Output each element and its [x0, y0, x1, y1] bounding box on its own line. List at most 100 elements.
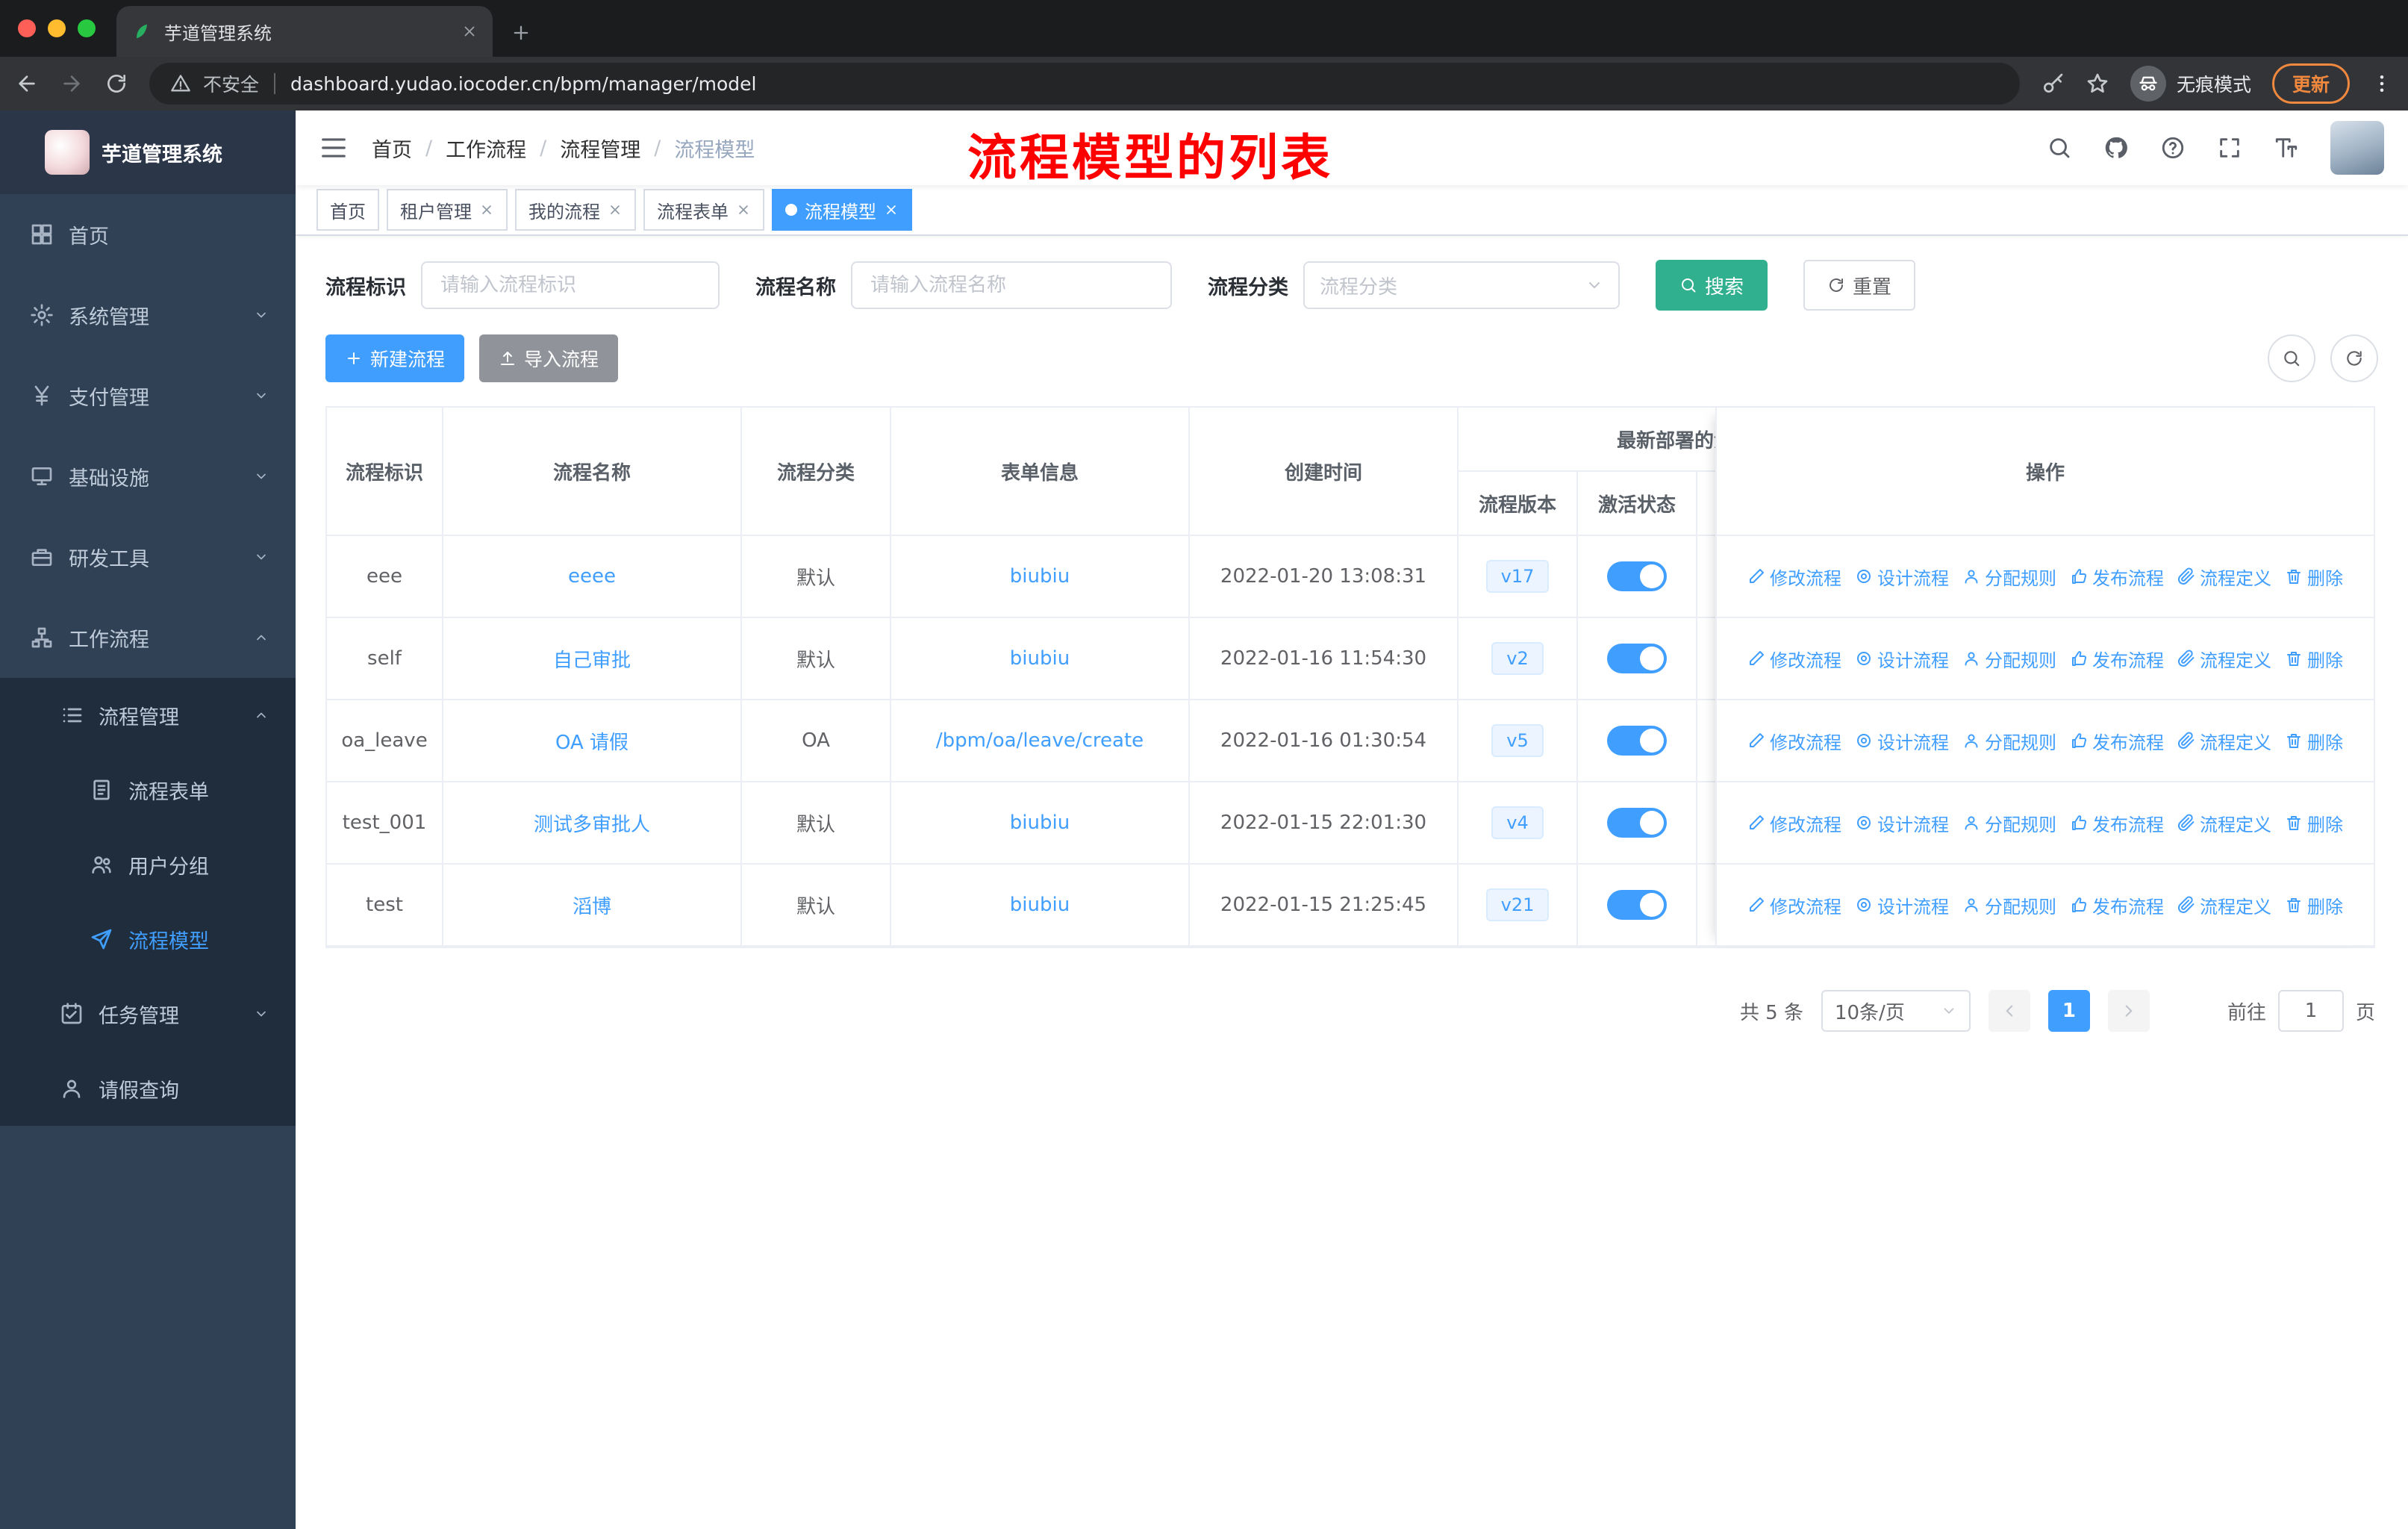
tag-close-icon[interactable]: [608, 202, 623, 217]
window-minimize-button[interactable]: [48, 19, 66, 37]
active-toggle[interactable]: [1607, 808, 1667, 838]
hamburger-icon[interactable]: [319, 134, 348, 162]
sidebar-item-task-mgmt[interactable]: 任务管理: [0, 977, 296, 1051]
refresh-table-button[interactable]: [2330, 334, 2378, 382]
search-button[interactable]: 搜索: [1656, 260, 1768, 311]
password-key-icon[interactable]: [2041, 72, 2065, 96]
op-publish-link[interactable]: 发布流程: [2070, 728, 2164, 754]
browser-tab[interactable]: 芋道管理系统: [116, 6, 493, 57]
sidebar-item-payment[interactable]: 支付管理: [0, 355, 296, 436]
op-modify-link[interactable]: 修改流程: [1747, 810, 1841, 836]
goto-page-input[interactable]: [2277, 990, 2344, 1032]
cell-form-link[interactable]: biubiu: [891, 865, 1190, 947]
op-definition-link[interactable]: 流程定义: [2177, 646, 2271, 672]
browser-menu-icon[interactable]: [2371, 72, 2393, 95]
window-zoom-button[interactable]: [78, 19, 96, 37]
op-modify-link[interactable]: 修改流程: [1747, 728, 1841, 754]
active-toggle[interactable]: [1607, 890, 1667, 920]
sidebar-item-home[interactable]: 首页: [0, 194, 296, 275]
op-delete-link[interactable]: 删除: [2285, 646, 2343, 672]
op-definition-link[interactable]: 流程定义: [2177, 728, 2271, 754]
op-definition-link[interactable]: 流程定义: [2177, 892, 2271, 918]
sidebar-item-devtools[interactable]: 研发工具: [0, 517, 296, 597]
op-design-link[interactable]: 设计流程: [1855, 728, 1949, 754]
op-delete-link[interactable]: 删除: [2285, 810, 2343, 836]
github-icon[interactable]: [2103, 135, 2129, 161]
category-select[interactable]: 流程分类: [1303, 261, 1620, 309]
tag-流程模型[interactable]: 流程模型: [772, 189, 912, 231]
update-button[interactable]: 更新: [2271, 63, 2350, 104]
op-assign-link[interactable]: 分配规则: [1962, 892, 2056, 918]
op-definition-link[interactable]: 流程定义: [2177, 564, 2271, 590]
active-toggle[interactable]: [1607, 644, 1667, 673]
sidebar-item-user-group[interactable]: 用户分组: [0, 827, 296, 902]
page-size-select[interactable]: 10条/页: [1821, 990, 1971, 1032]
tag-首页[interactable]: 首页: [316, 189, 379, 231]
tab-close-icon[interactable]: [461, 23, 478, 40]
cell-name-link[interactable]: OA 请假: [443, 700, 742, 782]
tag-我的流程[interactable]: 我的流程: [515, 189, 636, 231]
bookmark-star-icon[interactable]: [2086, 72, 2109, 96]
reload-icon[interactable]: [105, 72, 128, 96]
op-definition-link[interactable]: 流程定义: [2177, 810, 2271, 836]
sidebar-item-workflow[interactable]: 工作流程: [0, 597, 296, 678]
process-name-input[interactable]: [851, 261, 1172, 309]
breadcrumb-item[interactable]: 首页: [372, 134, 412, 163]
forward-icon[interactable]: [60, 72, 84, 96]
sidebar-item-process-model[interactable]: 流程模型: [0, 902, 296, 977]
op-design-link[interactable]: 设计流程: [1855, 646, 1949, 672]
cell-name-link[interactable]: eeee: [443, 536, 742, 618]
back-icon[interactable]: [15, 72, 39, 96]
op-publish-link[interactable]: 发布流程: [2070, 810, 2164, 836]
active-toggle[interactable]: [1607, 726, 1667, 756]
sidebar-item-leave-query[interactable]: 请假查询: [0, 1051, 296, 1126]
op-publish-link[interactable]: 发布流程: [2070, 564, 2164, 590]
sidebar-item-system[interactable]: 系统管理: [0, 275, 296, 355]
new-tab-icon[interactable]: [511, 22, 531, 43]
breadcrumb-item[interactable]: 工作流程: [446, 134, 526, 163]
import-process-button[interactable]: 导入流程: [479, 334, 619, 382]
cell-form-link[interactable]: biubiu: [891, 618, 1190, 700]
sidebar-item-infra[interactable]: 基础设施: [0, 436, 296, 517]
op-modify-link[interactable]: 修改流程: [1747, 646, 1841, 672]
cell-name-link[interactable]: 滔博: [443, 865, 742, 947]
security-warning-icon[interactable]: [170, 73, 191, 94]
op-modify-link[interactable]: 修改流程: [1747, 892, 1841, 918]
op-assign-link[interactable]: 分配规则: [1962, 728, 2056, 754]
active-toggle[interactable]: [1607, 561, 1667, 591]
tag-流程表单[interactable]: 流程表单: [643, 189, 764, 231]
cell-name-link[interactable]: 自己审批: [443, 618, 742, 700]
op-design-link[interactable]: 设计流程: [1855, 892, 1949, 918]
op-publish-link[interactable]: 发布流程: [2070, 646, 2164, 672]
process-key-input[interactable]: [421, 261, 720, 309]
op-assign-link[interactable]: 分配规则: [1962, 564, 2056, 590]
sidebar-item-process-form[interactable]: 流程表单: [0, 753, 296, 827]
sidebar-item-process-mgmt[interactable]: 流程管理: [0, 678, 296, 753]
font-size-icon[interactable]: [2274, 135, 2299, 161]
cell-name-link[interactable]: 测试多审批人: [443, 782, 742, 865]
prev-page-button[interactable]: [1988, 990, 2030, 1032]
op-delete-link[interactable]: 删除: [2285, 564, 2343, 590]
breadcrumb-item[interactable]: 流程管理: [560, 134, 640, 163]
op-publish-link[interactable]: 发布流程: [2070, 892, 2164, 918]
fullscreen-icon[interactable]: [2217, 135, 2242, 161]
op-delete-link[interactable]: 删除: [2285, 892, 2343, 918]
cell-form-link[interactable]: biubiu: [891, 536, 1190, 618]
cell-form-link[interactable]: /bpm/oa/leave/create: [891, 700, 1190, 782]
window-close-button[interactable]: [18, 19, 36, 37]
next-page-button[interactable]: [2107, 990, 2150, 1032]
tag-close-icon[interactable]: [884, 202, 899, 217]
reset-button[interactable]: 重置: [1803, 260, 1916, 311]
op-assign-link[interactable]: 分配规则: [1962, 810, 2056, 836]
op-design-link[interactable]: 设计流程: [1855, 810, 1949, 836]
sidebar-logo[interactable]: 芋道管理系统: [0, 110, 296, 194]
tag-close-icon[interactable]: [736, 202, 751, 217]
cell-form-link[interactable]: biubiu: [891, 782, 1190, 865]
tag-租户管理[interactable]: 租户管理: [387, 189, 508, 231]
create-process-button[interactable]: 新建流程: [325, 334, 465, 382]
search-icon[interactable]: [2047, 135, 2072, 161]
tag-close-icon[interactable]: [479, 202, 494, 217]
help-icon[interactable]: [2160, 135, 2186, 161]
url-bar[interactable]: 不安全 dashboard.yudao.iocoder.cn/bpm/manag…: [149, 63, 2020, 105]
op-assign-link[interactable]: 分配规则: [1962, 646, 2056, 672]
